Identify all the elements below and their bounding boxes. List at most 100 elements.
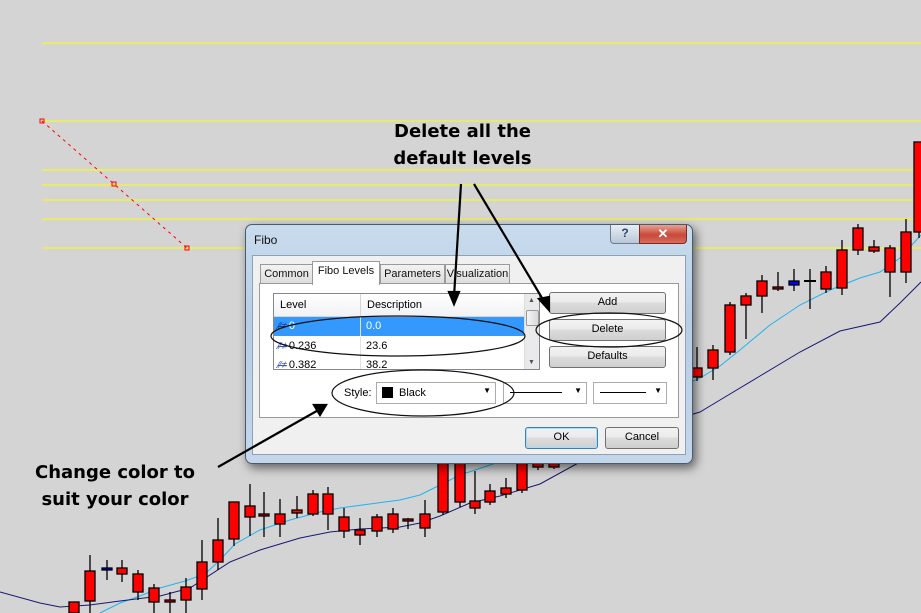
annotation-text: default levels: [393, 148, 532, 169]
tab-common[interactable]: Common: [260, 264, 313, 284]
candle-body: [691, 367, 703, 378]
close-button[interactable]: ✕: [639, 225, 687, 244]
candle-body: [338, 516, 350, 532]
level-line-icon: ⁄⁄≠: [278, 341, 287, 352]
annotation-change-color: Change color to suit your color: [20, 459, 210, 513]
candle-body: [913, 141, 921, 233]
line-width-select[interactable]: ▼: [593, 382, 667, 404]
candlestick: [371, 514, 383, 537]
candle-body: [500, 487, 512, 495]
candle-body: [820, 271, 832, 290]
candle-body: [68, 601, 80, 613]
level-row[interactable]: ⁄⁄≠ 0 0.0: [274, 317, 525, 336]
candle-body: [454, 459, 466, 503]
candlestick: [274, 499, 286, 537]
candlestick: [900, 219, 912, 283]
dialog-body: Common Fibo Levels Parameters Visualizat…: [252, 255, 686, 455]
annotation-text: Change color to: [34, 462, 196, 483]
column-header-description[interactable]: Description: [367, 299, 422, 311]
candle-body: [469, 500, 481, 509]
candlestick: [419, 500, 431, 537]
candlestick: [338, 508, 350, 538]
level-row[interactable]: ⁄⁄≠ 0.236 23.6: [274, 337, 525, 356]
defaults-button[interactable]: Defaults: [549, 346, 666, 368]
delete-button[interactable]: Delete: [549, 319, 666, 341]
tab-fibo-levels[interactable]: Fibo Levels: [312, 261, 380, 285]
candlestick: [402, 518, 414, 529]
candle-body: [101, 567, 113, 571]
candle-body: [852, 227, 864, 251]
candlestick: [707, 345, 719, 380]
chevron-down-icon: ▼: [654, 386, 662, 395]
candlestick: [788, 269, 800, 291]
chevron-down-icon: ▼: [574, 386, 582, 395]
scroll-thumb[interactable]: [526, 310, 539, 326]
tab-parameters[interactable]: Parameters: [380, 264, 445, 284]
level-description: 0.0: [366, 320, 382, 332]
candlestick: [804, 269, 816, 309]
candlestick: [868, 240, 880, 253]
candlestick: [724, 302, 736, 355]
level-line-icon: ⁄⁄≠: [278, 321, 287, 332]
candle-body: [437, 461, 449, 513]
candle-body: [132, 573, 144, 593]
candle-body: [274, 513, 286, 525]
candlestick: [196, 540, 208, 600]
color-select[interactable]: Black ▼: [376, 382, 496, 404]
candle-body: [868, 246, 880, 252]
level-value: 0: [288, 320, 295, 332]
candlestick: [691, 347, 703, 381]
candlestick: [354, 518, 366, 545]
close-icon: ✕: [657, 226, 669, 241]
color-value: Black: [399, 387, 426, 399]
cancel-button[interactable]: Cancel: [605, 427, 679, 449]
ok-button[interactable]: OK: [525, 427, 598, 449]
chevron-down-icon: ▼: [483, 386, 491, 395]
candlestick: [291, 496, 303, 518]
levels-list-scrollbar[interactable]: ▲ ▼: [524, 294, 539, 369]
column-header-level[interactable]: Level: [280, 299, 306, 311]
candlestick: [228, 501, 240, 546]
candle-body: [322, 493, 334, 515]
level-description: 23.6: [366, 340, 388, 352]
level-value: 0.236: [288, 340, 317, 352]
candlestick: [852, 224, 864, 255]
candle-body: [84, 570, 96, 602]
candlestick: [884, 245, 896, 297]
line-style-select[interactable]: ▼: [503, 382, 587, 404]
line-style-sample: [510, 392, 562, 393]
candlestick: [772, 272, 784, 291]
tab-visualization[interactable]: Visualization: [445, 264, 510, 284]
levels-list-header: Level Description: [274, 294, 525, 317]
level-line-icon: ⁄⁄≠: [278, 360, 287, 370]
level-description: 38.2: [366, 359, 388, 370]
candle-body: [307, 493, 319, 515]
scroll-up-icon[interactable]: ▲: [528, 297, 535, 304]
levels-list[interactable]: Level Description ⁄⁄≠ 0 0.0 ⁄⁄≠ 0.236 23.6…: [273, 293, 540, 370]
style-label: Style:: [344, 387, 372, 399]
help-button[interactable]: ?: [610, 225, 640, 244]
candlestick: [180, 578, 192, 613]
level-row[interactable]: ⁄⁄≠ 0.382 38.2: [274, 356, 525, 370]
candle-body: [756, 280, 768, 297]
candle-body: [244, 505, 256, 518]
candle-body: [258, 513, 270, 517]
candle-body: [196, 561, 208, 590]
annotation-text: suit your color: [41, 489, 189, 510]
candle-body: [180, 586, 192, 601]
fibo-dialog: Fibo ? ✕ Common Fibo Levels Parameters V…: [245, 224, 693, 464]
candle-body: [724, 304, 736, 353]
candlestick: [212, 518, 224, 570]
fibo-levels-panel: Level Description ⁄⁄≠ 0 0.0 ⁄⁄≠ 0.236 23.6…: [259, 283, 679, 418]
candle-body: [788, 280, 800, 286]
add-button[interactable]: Add: [549, 292, 666, 314]
candlestick: [469, 471, 481, 514]
candlestick: [244, 484, 256, 536]
color-swatch: [382, 387, 393, 398]
scroll-down-icon[interactable]: ▼: [528, 359, 535, 366]
annotation-delete-levels: Delete all the default levels: [380, 118, 545, 172]
candlestick: [164, 592, 176, 613]
candlestick: [148, 584, 160, 613]
candle-body: [354, 529, 366, 536]
candlestick: [116, 560, 128, 582]
